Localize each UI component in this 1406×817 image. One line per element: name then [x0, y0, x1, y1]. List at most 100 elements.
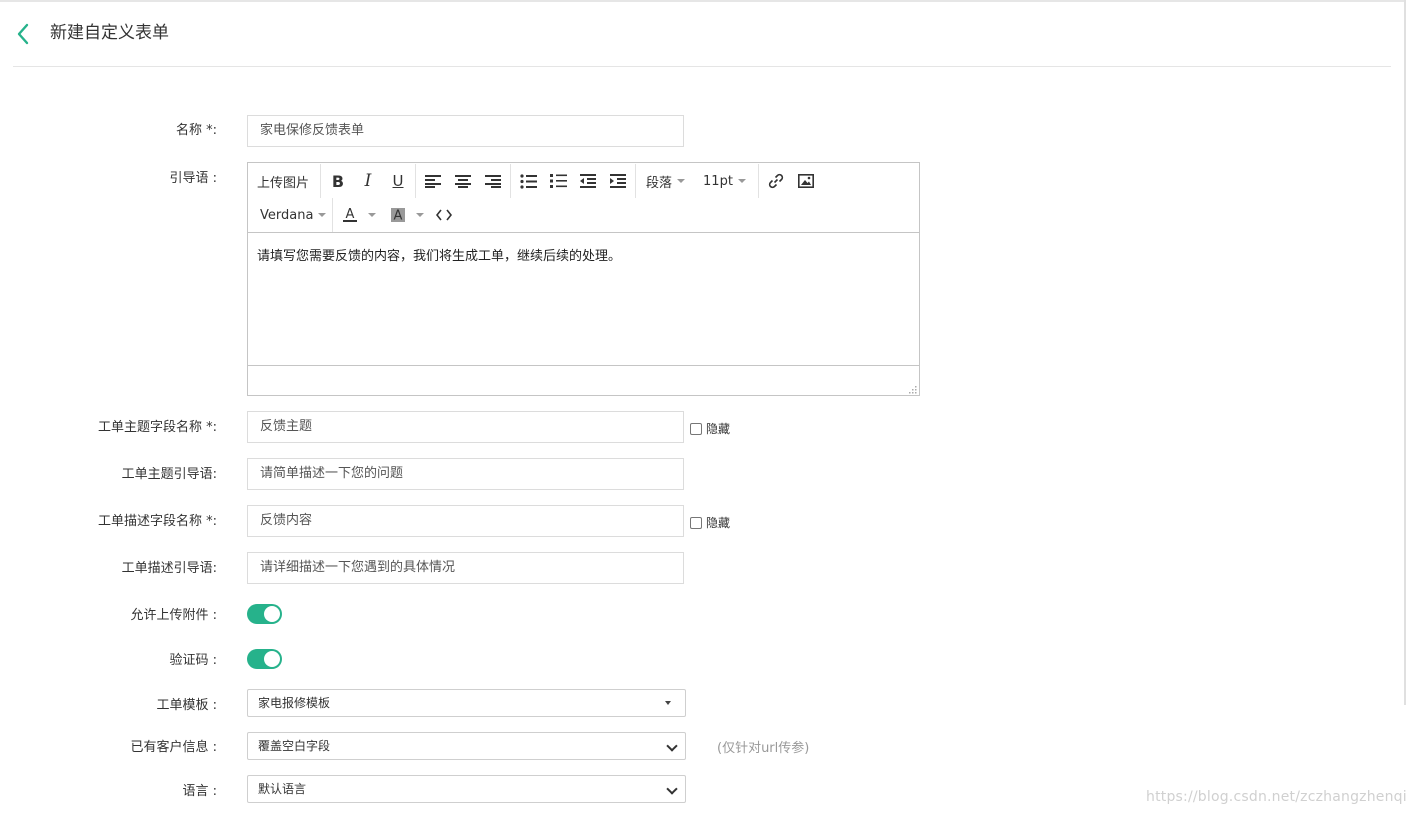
editor-toolbar: 上传图片 B I U 段落 11pt Verdana A A: [248, 163, 919, 233]
caret-down-icon: [665, 701, 671, 705]
editor-statusbar: [248, 365, 919, 396]
customer-info-hint: (仅针对url传参): [717, 741, 810, 756]
caret-down-icon: [677, 179, 686, 183]
paragraph-label: 段落: [646, 175, 673, 191]
numbered-list-button[interactable]: [543, 167, 573, 195]
caret-down-icon: [318, 213, 327, 217]
caret-down-icon: [416, 213, 425, 217]
font-size-label: 11pt: [703, 173, 733, 189]
desc-hide-label: 隐藏: [706, 516, 731, 530]
toolbar-separator: [635, 164, 637, 198]
svg-text:A: A: [394, 209, 403, 224]
indent-button[interactable]: [603, 167, 633, 195]
code-icon: [436, 209, 453, 221]
chevron-left-icon: [17, 23, 29, 45]
text-color-button[interactable]: A: [335, 201, 365, 229]
font-family-dropdown[interactable]: Verdana: [248, 201, 330, 229]
image-icon: [797, 174, 814, 188]
name-label: 名称 *:: [175, 123, 217, 138]
language-label: 语言 :: [182, 784, 217, 799]
text-color-dropdown[interactable]: [365, 201, 379, 229]
allow-upload-label: 允许上传附件 :: [130, 608, 217, 623]
language-select[interactable]: 默认语言: [247, 775, 686, 803]
back-button[interactable]: [12, 20, 36, 48]
rich-text-editor: 上传图片 B I U 段落 11pt Verdana A A 请填写您需要反馈的…: [247, 162, 920, 396]
toolbar-separator: [415, 164, 417, 198]
source-code-button[interactable]: [427, 201, 461, 229]
toolbar-separator: [757, 164, 759, 198]
font-size-dropdown[interactable]: 11pt: [693, 167, 756, 195]
desc-field-label: 工单描述字段名称 *:: [97, 514, 217, 529]
italic-icon: I: [364, 171, 372, 191]
template-selected-value: 家电报修模板: [258, 696, 331, 710]
toolbar-row-2: Verdana A A: [248, 198, 461, 232]
underline-button[interactable]: U: [383, 167, 413, 195]
insert-image-button[interactable]: [791, 167, 821, 195]
insert-link-button[interactable]: [761, 167, 791, 195]
outdent-button[interactable]: [573, 167, 603, 195]
header-divider: [13, 66, 1391, 67]
toolbar-row-1: 上传图片 B I U 段落 11pt: [248, 164, 821, 198]
subject-guide-input[interactable]: 请简单描述一下您的问题: [247, 458, 684, 490]
caret-down-icon: [368, 213, 377, 217]
text-color-icon: A: [343, 207, 358, 222]
upload-image-button[interactable]: 上传图片: [248, 167, 318, 195]
desc-guide-input[interactable]: 请详细描述一下您遇到的具体情况: [247, 552, 684, 584]
template-label: 工单模板 :: [156, 698, 217, 713]
desc-field-input[interactable]: 反馈内容: [247, 505, 684, 537]
desc-hide-option[interactable]: 隐藏: [690, 514, 730, 531]
numbered-list-icon: [549, 174, 567, 188]
subject-hide-label: 隐藏: [706, 422, 731, 436]
align-center-button[interactable]: [448, 167, 478, 195]
subject-hide-checkbox[interactable]: [690, 422, 702, 435]
guide-label: 引导语 :: [169, 171, 217, 186]
caret-down-icon: [737, 179, 746, 183]
captcha-toggle[interactable]: [247, 649, 282, 669]
editor-content[interactable]: 请填写您需要反馈的内容，我们将生成工单，继续后续的处理。: [248, 233, 919, 365]
toolbar-separator: [320, 164, 322, 198]
indent-icon: [610, 174, 627, 188]
captcha-label: 验证码 :: [169, 653, 217, 668]
svg-text:A: A: [346, 207, 355, 222]
bold-icon: B: [331, 171, 345, 191]
italic-button[interactable]: I: [353, 167, 383, 195]
toggle-knob: [264, 651, 280, 667]
background-color-icon: A: [391, 208, 406, 224]
font-family-label: Verdana: [260, 207, 314, 223]
toggle-knob: [264, 606, 280, 622]
underline-icon: U: [392, 172, 404, 190]
toolbar-separator: [332, 198, 334, 232]
customer-info-label: 已有客户信息 :: [130, 740, 217, 755]
subject-hide-option[interactable]: 隐藏: [690, 420, 730, 437]
resize-grip-icon[interactable]: [907, 384, 917, 394]
subject-guide-label: 工单主题引导语:: [121, 467, 217, 482]
customer-info-selected-value: 覆盖空白字段: [258, 739, 331, 753]
link-icon: [768, 173, 784, 189]
toolbar-separator: [510, 164, 512, 198]
subject-field-label: 工单主题字段名称 *:: [97, 420, 217, 435]
subject-field-input[interactable]: 反馈主题: [247, 411, 684, 443]
align-left-button[interactable]: [418, 167, 448, 195]
chevron-down-icon: [666, 783, 678, 795]
bullet-list-icon: [519, 173, 537, 189]
bold-button[interactable]: B: [323, 167, 353, 195]
background-color-dropdown[interactable]: [413, 201, 427, 229]
customer-info-select[interactable]: 覆盖空白字段: [247, 732, 686, 760]
bullet-list-button[interactable]: [513, 167, 543, 195]
desc-guide-label: 工单描述引导语:: [121, 561, 217, 576]
align-left-icon: [425, 175, 442, 188]
name-input[interactable]: 家电保修反馈表单: [247, 115, 684, 147]
paragraph-dropdown[interactable]: 段落: [638, 167, 693, 195]
desc-hide-checkbox[interactable]: [690, 516, 702, 529]
align-right-icon: [485, 175, 502, 188]
language-selected-value: 默认语言: [258, 782, 307, 796]
background-color-button[interactable]: A: [383, 201, 413, 229]
watermark: https://blog.csdn.net/zczhangzhenqi: [1146, 789, 1406, 805]
align-center-icon: [455, 175, 472, 188]
page-title: 新建自定义表单: [50, 23, 169, 43]
align-right-button[interactable]: [478, 167, 508, 195]
chevron-down-icon: [666, 740, 678, 752]
allow-upload-toggle[interactable]: [247, 604, 282, 624]
template-select[interactable]: 家电报修模板: [247, 689, 686, 717]
outdent-icon: [580, 174, 597, 188]
